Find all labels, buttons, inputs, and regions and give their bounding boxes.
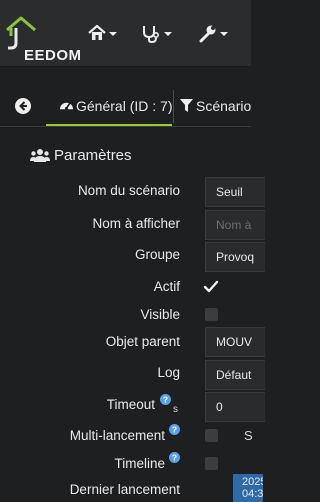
timeline-help-icon[interactable]: ? [169,452,180,463]
jeedom-logo[interactable]: EEDOM [5,16,81,64]
last-launch-value: 2025-0 04:36 [233,474,263,502]
scenario-name-input[interactable]: Seuil [205,177,265,207]
visible-checkbox[interactable] [205,308,218,321]
tab-general[interactable]: Général (ID : 7) [46,86,172,126]
timeout-label: Timeout [106,397,155,412]
multi-launch-help-icon[interactable]: ? [169,424,180,435]
tab-divider [173,90,174,123]
visible-label: Visible [140,307,180,322]
timeline-checkbox[interactable] [205,457,218,470]
tab-scenario-label: Scénario [196,98,252,114]
timeout-input[interactable]: 0 [205,392,265,422]
stethoscope-icon [143,26,172,44]
active-label: Actif [153,279,180,294]
timeline-label: Timeline [114,456,165,471]
home-icon [88,24,117,40]
multi-launch-label: Multi-lancement [69,428,165,443]
last-launch-date: 2025-0 [242,476,263,488]
logo-text: EEDOM [24,47,82,64]
last-launch-label: Dernier lancement [69,482,180,497]
svg-text:?: ? [172,453,177,463]
home-menu-button[interactable] [88,24,118,46]
timeout-help-icon[interactable]: ? [160,394,171,405]
parent-object-label: Objet parent [105,334,180,349]
arrow-left-circle-icon [15,98,31,114]
users-icon [30,149,50,162]
scenario-name-label: Nom du scénario [77,183,180,198]
multi-launch-trailing-text: S [244,428,253,443]
gauge-icon [59,102,74,110]
top-navbar: EEDOM [0,0,251,67]
timeout-unit: s [173,404,178,415]
health-menu-button[interactable] [141,24,173,46]
section-title: Paramètres [54,147,132,164]
tools-menu-button[interactable] [198,24,230,46]
active-checkbox-checked-icon[interactable] [203,279,219,295]
tab-general-label: Général (ID : 7) [76,98,173,114]
svg-text:?: ? [172,425,177,435]
log-label: Log [157,365,180,380]
tab-bar: Général (ID : 7) Scénario [0,86,251,127]
back-button[interactable] [14,97,32,115]
display-name-input[interactable]: Nom à [205,210,265,240]
multi-launch-checkbox[interactable] [205,429,218,442]
wrench-icon [199,25,228,43]
svg-text:?: ? [163,395,168,405]
tab-scenario[interactable]: Scénario [176,86,256,126]
group-input[interactable]: Provoq [205,242,265,272]
display-name-label: Nom à afficher [92,216,180,231]
filter-icon [180,99,193,112]
log-select[interactable]: Défaut [205,360,265,390]
group-label: Groupe [134,247,180,262]
parent-object-select[interactable]: MOUV [205,327,265,357]
last-launch-time: 04:36 [242,488,263,500]
